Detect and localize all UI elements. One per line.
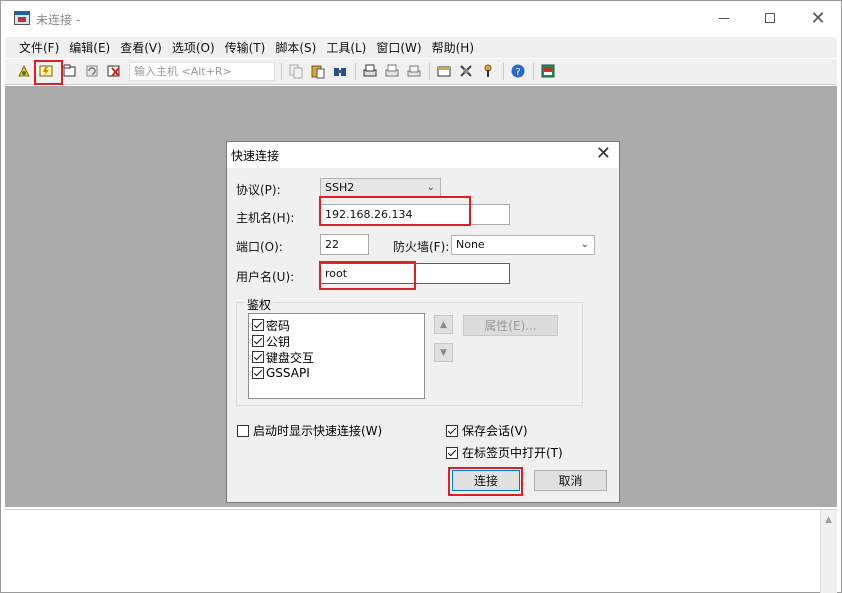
checkbox-icon[interactable] <box>446 446 458 459</box>
minimize-icon <box>719 17 729 19</box>
auth-method-label: GSSAPI <box>266 366 310 380</box>
checkbox-icon[interactable] <box>252 319 264 331</box>
menu-file[interactable]: 文件(F) <box>19 39 59 56</box>
print-setup-icon[interactable] <box>361 62 379 80</box>
paste-icon[interactable] <box>309 62 327 80</box>
command-window[interactable]: ▲ <box>5 509 837 593</box>
session-options-icon[interactable] <box>435 62 453 80</box>
arrow-up-icon: ▲ <box>440 319 447 330</box>
username-input[interactable]: root <box>320 263 510 284</box>
svg-text:?: ? <box>515 67 520 78</box>
maximize-button[interactable] <box>747 1 793 35</box>
window-title: 未连接 - <box>36 13 81 27</box>
close-icon: ✕ <box>810 7 826 29</box>
minimize-button[interactable] <box>701 1 747 35</box>
protocol-value: SSH2 <box>325 181 355 194</box>
checkbox-icon[interactable] <box>252 335 264 347</box>
dialog-title: 快速连接 <box>231 149 280 163</box>
menu-window[interactable]: 窗口(W) <box>376 39 421 56</box>
key-icon[interactable] <box>479 62 497 80</box>
arrow-down-icon: ▼ <box>440 347 447 358</box>
toolbar-separator <box>533 63 534 80</box>
auth-method-label: 公钥 <box>266 334 291 349</box>
open-in-tab-checkbox[interactable]: 在标签页中打开(T) <box>446 444 563 461</box>
disconnect-icon[interactable] <box>105 62 123 80</box>
auth-method-item[interactable]: 密码 <box>252 317 290 333</box>
menu-script[interactable]: 脚本(S) <box>275 39 316 56</box>
print-icon[interactable] <box>383 62 401 80</box>
hostname-input[interactable]: 192.168.26.134 <box>320 204 510 225</box>
auth-method-item[interactable]: 公钥 <box>252 333 290 349</box>
properties-button[interactable]: 属性(E)... <box>463 315 558 336</box>
checkbox-icon[interactable] <box>252 367 264 379</box>
move-up-button[interactable]: ▲ <box>434 315 453 334</box>
toolbar-separator <box>355 63 356 80</box>
show-on-startup-label: 启动时显示快速连接(W) <box>253 424 383 438</box>
chevron-down-icon: ⌄ <box>426 182 435 193</box>
quick-connect-icon[interactable] <box>37 62 55 80</box>
title-bar: 未连接 - ✕ <box>1 1 841 35</box>
checkbox-icon[interactable] <box>252 351 264 363</box>
auth-method-item[interactable]: 键盘交互 <box>252 349 314 365</box>
toolbar-separator <box>281 63 282 80</box>
hostname-label: 主机名(H): <box>236 211 295 225</box>
menu-help[interactable]: 帮助(H) <box>432 39 474 56</box>
dialog-close-icon[interactable]: ✕ <box>596 143 611 164</box>
cancel-button[interactable]: 取消 <box>534 470 607 491</box>
firewall-value: None <box>456 238 485 251</box>
menu-tools[interactable]: 工具(L) <box>326 39 366 56</box>
quick-host-input[interactable]: 输入主机 <Alt+R> <box>129 62 275 81</box>
find-icon[interactable] <box>331 62 349 80</box>
copy-icon[interactable] <box>287 62 305 80</box>
open-in-tab-label: 在标签页中打开(T) <box>462 446 563 460</box>
connect-icon[interactable] <box>15 62 33 80</box>
protocol-select[interactable]: SSH2 ⌄ <box>320 178 441 198</box>
port-input[interactable]: 22 <box>320 234 369 255</box>
menu-edit[interactable]: 编辑(E) <box>69 39 110 56</box>
auth-method-item[interactable]: GSSAPI <box>252 365 310 381</box>
save-session-checkbox[interactable]: 保存会话(V) <box>446 422 528 439</box>
move-down-button[interactable]: ▼ <box>434 343 453 362</box>
auth-group-title: 鉴权 <box>245 296 274 313</box>
auth-method-label: 密码 <box>266 318 291 333</box>
menu-bar: 文件(F) 编辑(E) 查看(V) 选项(O) 传输(T) 脚本(S) 工具(L… <box>5 37 837 58</box>
checkbox-icon[interactable] <box>237 424 249 437</box>
firewall-select[interactable]: None ⌄ <box>451 235 595 255</box>
save-session-label: 保存会话(V) <box>462 424 528 438</box>
firewall-label: 防火墙(F): <box>393 240 450 254</box>
connect-button[interactable]: 连接 <box>452 470 520 491</box>
help-icon[interactable]: ? <box>509 62 527 80</box>
global-options-icon[interactable] <box>457 62 475 80</box>
app-icon <box>14 11 30 25</box>
auth-methods-list[interactable]: 密码 公钥 键盘交互 GSSAPI <box>248 313 425 399</box>
maximize-icon <box>765 13 775 23</box>
auth-method-label: 键盘交互 <box>266 350 315 365</box>
menu-view[interactable]: 查看(V) <box>120 39 162 56</box>
toolbar-separator <box>429 63 430 80</box>
port-label: 端口(O): <box>236 240 283 254</box>
toolbar: 输入主机 <Alt+R> ? <box>5 59 837 85</box>
dialog-title-bar: 快速连接 ✕ <box>227 142 619 168</box>
menu-options[interactable]: 选项(O) <box>172 39 215 56</box>
checkbox-icon[interactable] <box>446 424 458 437</box>
print-screen-icon[interactable] <box>405 62 423 80</box>
show-on-startup-checkbox[interactable]: 启动时显示快速连接(W) <box>237 422 382 439</box>
protocol-label: 协议(P): <box>236 183 281 197</box>
menu-transfer[interactable]: 传输(T) <box>225 39 266 56</box>
command-window-scrollbar[interactable]: ▲ <box>820 510 837 593</box>
connect-in-tab-icon[interactable] <box>61 62 79 80</box>
reconnect-icon[interactable] <box>83 62 101 80</box>
toolbar-separator <box>503 63 504 80</box>
chevron-down-icon: ⌄ <box>580 239 589 250</box>
close-window-button[interactable]: ✕ <box>795 1 841 35</box>
sftp-icon[interactable] <box>539 62 557 80</box>
username-label: 用户名(U): <box>236 270 295 284</box>
scroll-up-icon[interactable]: ▲ <box>825 515 832 525</box>
